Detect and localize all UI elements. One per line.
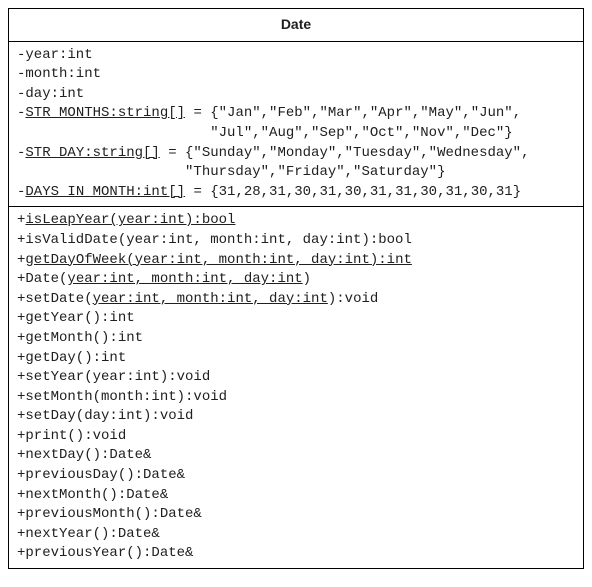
method-previousmonth: +previousMonth():Date&: [17, 505, 575, 525]
method-setday: +setDay(day:int):void: [17, 407, 575, 427]
attr-month: -month:int: [17, 65, 575, 85]
method-constructor: +Date(year:int, month:int, day:int): [17, 270, 575, 290]
attr-days-in-month: -DAYS IN MONTH:int[] = {31,28,31,30,31,3…: [17, 183, 575, 203]
attributes-section: -year:int -month:int -day:int -STR MONTH…: [9, 42, 583, 208]
methods-section: +isLeapYear(year:int):bool +isValidDate(…: [9, 207, 583, 568]
class-name: Date: [281, 16, 311, 32]
method-setmonth: +setMonth(month:int):void: [17, 388, 575, 408]
method-print: +print():void: [17, 427, 575, 447]
method-previousday: +previousDay():Date&: [17, 466, 575, 486]
attr-str-months-cont: "Jul","Aug","Sep","Oct","Nov","Dec"}: [17, 124, 575, 144]
method-isleapyear: +isLeapYear(year:int):bool: [17, 211, 575, 231]
attr-str-day-cont: "Thursday","Friday","Saturday"}: [17, 163, 575, 183]
method-getyear: +getYear():int: [17, 309, 575, 329]
attr-year: -year:int: [17, 46, 575, 66]
method-setdate: +setDate(year:int, month:int, day:int):v…: [17, 290, 575, 310]
attr-str-day: -STR DAY:string[] = {"Sunday","Monday","…: [17, 144, 575, 164]
method-isvaliddate: +isValidDate(year:int, month:int, day:in…: [17, 231, 575, 251]
method-nextday: +nextDay():Date&: [17, 446, 575, 466]
method-nextyear: +nextYear():Date&: [17, 525, 575, 545]
uml-class-box: Date -year:int -month:int -day:int -STR …: [8, 8, 584, 569]
method-getdayofweek: +getDayOfWeek(year:int, month:int, day:i…: [17, 251, 575, 271]
attr-day: -day:int: [17, 85, 575, 105]
attr-str-months: -STR MONTHS:string[] = {"Jan","Feb","Mar…: [17, 104, 575, 124]
method-nextmonth: +nextMonth():Date&: [17, 486, 575, 506]
method-previousyear: +previousYear():Date&: [17, 544, 575, 564]
method-setyear: +setYear(year:int):void: [17, 368, 575, 388]
class-name-section: Date: [9, 9, 583, 42]
method-getmonth: +getMonth():int: [17, 329, 575, 349]
method-getday: +getDay():int: [17, 349, 575, 369]
